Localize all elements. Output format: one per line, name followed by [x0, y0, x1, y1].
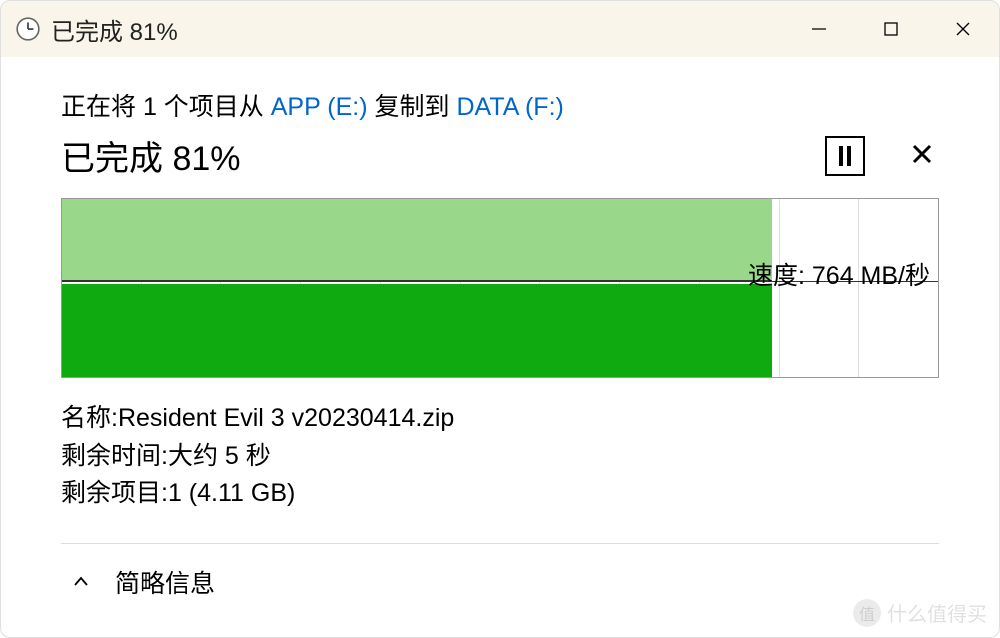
copy-dialog-window: 已完成 81% 正在将 1 个项目从 APP (E:) 复制到 DATA (F:…: [0, 0, 1000, 638]
chart-progress-fill: [62, 284, 772, 377]
source-link[interactable]: APP (E:): [271, 93, 368, 121]
progress-row: 已完成 81%: [61, 131, 939, 180]
items-value: 1 (4.11 GB): [168, 475, 295, 513]
chevron-up-icon: [71, 572, 91, 592]
watermark-text: 什么值得买: [887, 598, 987, 627]
collapse-label: 简略信息: [115, 564, 215, 600]
progress-text: 已完成 81%: [61, 131, 241, 180]
pause-icon: [837, 146, 853, 166]
name-value: Resident Evil 3 v20230414.zip: [118, 400, 454, 438]
watermark: 值 什么值得买: [853, 598, 987, 627]
minimize-button[interactable]: [783, 1, 855, 57]
copy-description: 正在将 1 个项目从 APP (E:) 复制到 DATA (F:): [61, 87, 939, 123]
copy-mid: 复制到: [368, 93, 457, 121]
divider: [61, 543, 939, 544]
pause-button[interactable]: [825, 136, 865, 176]
watermark-badge: 值: [853, 599, 881, 627]
detail-time-row: 剩余时间: 大约 5 秒: [61, 438, 939, 476]
close-icon: [954, 20, 972, 38]
detail-items-row: 剩余项目: 1 (4.11 GB): [61, 475, 939, 513]
copy-prefix: 正在将 1 个项目从: [61, 93, 271, 121]
cancel-button[interactable]: [905, 139, 939, 173]
detail-name-row: 名称: Resident Evil 3 v20230414.zip: [61, 400, 939, 438]
progress-controls: [825, 136, 939, 176]
cancel-icon: [911, 143, 933, 165]
titlebar: 已完成 81%: [1, 1, 999, 57]
window-controls: [783, 1, 999, 57]
minimize-icon: [810, 20, 828, 38]
maximize-icon: [883, 21, 899, 37]
name-label: 名称:: [61, 400, 118, 438]
close-button[interactable]: [927, 1, 999, 57]
details-section: 名称: Resident Evil 3 v20230414.zip 剩余时间: …: [61, 400, 939, 513]
dialog-content: 正在将 1 个项目从 APP (E:) 复制到 DATA (F:) 已完成 81…: [1, 57, 999, 600]
speed-label: 速度: 764 MB/秒: [748, 256, 930, 292]
dest-link[interactable]: DATA (F:): [456, 93, 563, 121]
window-title: 已完成 81%: [51, 12, 783, 47]
speed-chart: 速度: 764 MB/秒: [61, 198, 939, 378]
clock-icon: [15, 16, 41, 42]
time-label: 剩余时间:: [61, 438, 168, 476]
items-label: 剩余项目:: [61, 475, 168, 513]
maximize-button[interactable]: [855, 1, 927, 57]
chart-completed-area: [62, 199, 772, 281]
collapse-toggle[interactable]: 简略信息: [61, 564, 939, 600]
time-value: 大约 5 秒: [168, 438, 271, 476]
